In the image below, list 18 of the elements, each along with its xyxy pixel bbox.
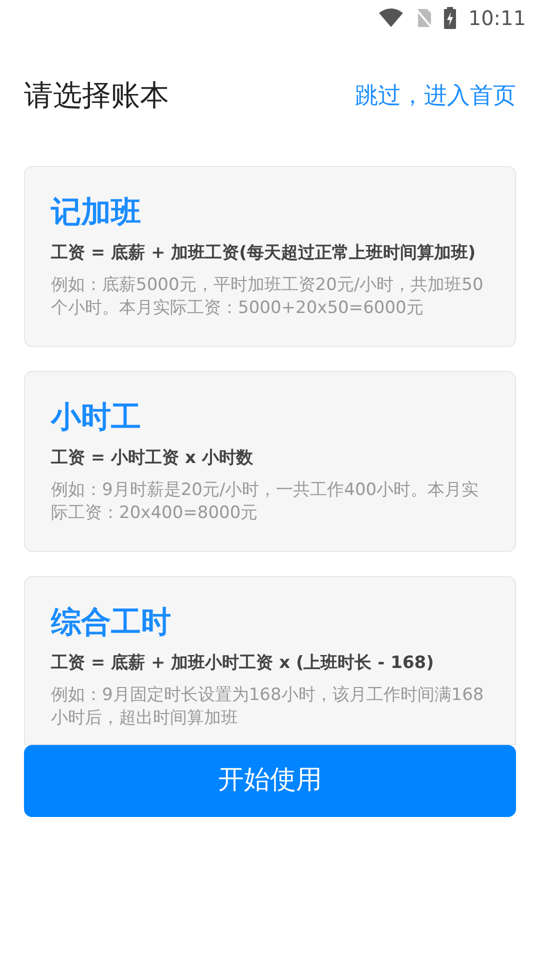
card-formula: 工资 = 底薪 + 加班小时工资 x (上班时长 - 168) [51, 652, 435, 674]
card-example: 例如：底薪5000元，平时加班工资20元/小时，共加班50个小时。本月实际工资：5000+20x50=6000元 [51, 274, 484, 320]
card-title: 综合工时 [51, 604, 172, 642]
ledger-card[interactable]: 综合工时 工资 = 底薪 + 加班小时工资 x (上班时长 - 168) 例如：9月固定时长设置为168小时，该月工作时间满168小时后，超出时间算加班 [24, 576, 516, 744]
ledger-card[interactable]: 记加班 工资 = 底薪 + 加班工资(每天超过正常上班时间算加班) 例如：底薪5000元，平时加班工资20元/小时，共加班50个小时。本月实际工资：5000+20x50=6000元 [24, 166, 516, 346]
card-title: 记加班 [51, 194, 142, 232]
wifi-icon [378, 8, 404, 28]
card-example: 例如：9月时薪是20元/小时，一共工作400小时。本月实际工资：20x400=8000元 [51, 478, 480, 524]
card-example: 例如：9月固定时长设置为168小时，该月工作时间满168小时后，超出时间算加班 [51, 684, 485, 730]
card-title: 小时工 [51, 398, 142, 436]
battery-charging-icon [444, 7, 456, 29]
ledger-card[interactable]: 小时工 工资 = 小时工资 x 小时数 例如：9月时薪是20元/小时，一共工作400小时。本月实际工资：20x400=8000元 [24, 370, 516, 552]
no-sim-icon [416, 8, 432, 28]
card-formula: 工资 = 底薪 + 加班工资(每天超过正常上班时间算加班) [51, 242, 477, 264]
start-button[interactable]: 开始使用 [24, 744, 516, 816]
card-formula: 工资 = 小时工资 x 小时数 [51, 446, 254, 470]
status-time: 10:11 [468, 5, 526, 32]
page-title: 请选择账本 [24, 77, 169, 114]
